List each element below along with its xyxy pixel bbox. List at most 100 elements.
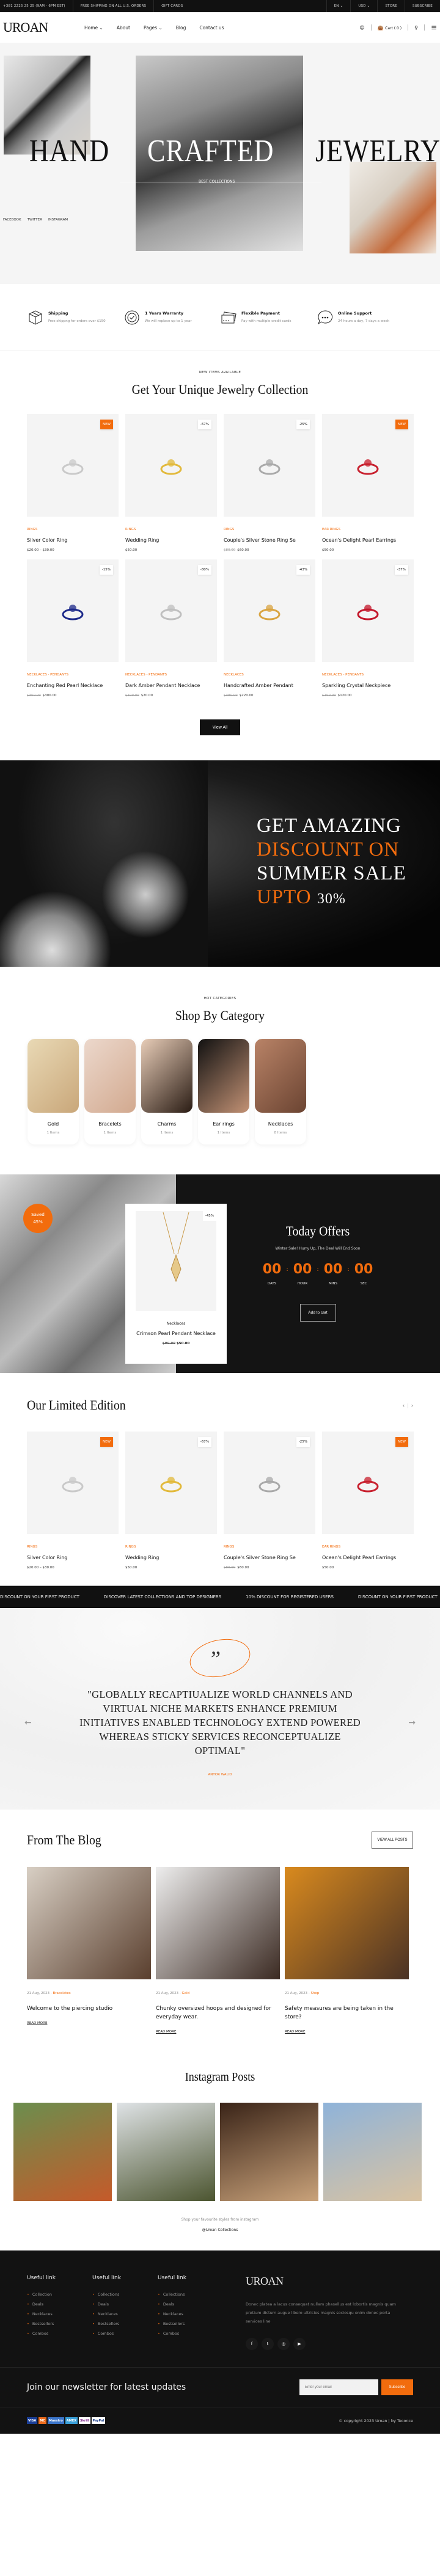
arrow-left-icon[interactable]: ← bbox=[24, 1718, 32, 1728]
footer-link[interactable]: Collection bbox=[27, 2292, 92, 2297]
blog-image[interactable] bbox=[285, 1867, 409, 1979]
blog-category[interactable]: Gold bbox=[182, 1992, 189, 1995]
product-card[interactable]: -43% NECKLACES Handcrafted Amber Pendant… bbox=[224, 559, 315, 697]
product-category[interactable]: NECKLACES - PENDANTS bbox=[322, 673, 414, 677]
instagram-post[interactable] bbox=[220, 2103, 318, 2201]
instagram-icon[interactable]: ◎ bbox=[277, 2338, 290, 2350]
menu-icon[interactable]: ≡ bbox=[431, 23, 437, 32]
footer-link[interactable]: Combos bbox=[92, 2331, 158, 2336]
read-more-link[interactable]: READ MORE bbox=[285, 2030, 409, 2034]
instagram-post[interactable] bbox=[13, 2103, 112, 2201]
footer-link[interactable]: Collections bbox=[158, 2292, 223, 2297]
prev-arrow-icon[interactable]: ‹ bbox=[403, 1403, 405, 1408]
category-card[interactable]: Charms 1 Items bbox=[141, 1039, 193, 1144]
category-card[interactable]: Ear rings 1 Items bbox=[198, 1039, 249, 1144]
product-card[interactable]: NEW EAR RINGS Ocean's Delight Pearl Earr… bbox=[322, 1432, 414, 1570]
nav-blog[interactable]: Blog bbox=[176, 25, 186, 31]
product-category[interactable]: NECKLACES bbox=[224, 673, 315, 677]
product-name[interactable]: Ocean's Delight Pearl Earrings bbox=[322, 537, 414, 543]
category-card[interactable]: Necklaces 8 Items bbox=[255, 1039, 306, 1144]
product-card[interactable]: -25% RINGS Couple's Silver Stone Ring Se… bbox=[224, 1432, 315, 1570]
product-name[interactable]: Silver Color Ring bbox=[27, 1555, 119, 1560]
blog-title[interactable]: Welcome to the piercing studio bbox=[27, 2004, 151, 2013]
product-name[interactable]: Enchanting Red Pearl Necklace bbox=[27, 683, 119, 688]
product-category[interactable]: RINGS bbox=[27, 1545, 119, 1549]
blog-title[interactable]: Chunky oversized hoops and designed for … bbox=[156, 2004, 280, 2021]
user-icon[interactable]: ☺ bbox=[359, 25, 364, 31]
add-to-cart-button[interactable]: Add to cart bbox=[299, 1304, 336, 1322]
footer-link[interactable]: Necklaces bbox=[92, 2312, 158, 2316]
product-card[interactable]: NEW EAR RINGS Ocean's Delight Pearl Earr… bbox=[322, 414, 414, 552]
view-all-button[interactable]: View All bbox=[200, 719, 240, 735]
store-link[interactable]: STORE bbox=[377, 0, 404, 12]
product-name[interactable]: Wedding Ring bbox=[125, 537, 217, 543]
facebook-icon[interactable]: f bbox=[246, 2338, 258, 2350]
product-card[interactable]: -67% RINGS Wedding Ring $50.00 bbox=[125, 414, 217, 552]
gift-cards-link[interactable]: GIFT CARDS bbox=[154, 0, 190, 12]
product-card[interactable]: -25% RINGS Couple's Silver Stone Ring Se… bbox=[224, 414, 315, 552]
product-category[interactable]: RINGS bbox=[27, 528, 119, 531]
footer-link[interactable]: Bestsellers bbox=[92, 2321, 158, 2326]
footer-link[interactable]: Combos bbox=[27, 2331, 92, 2336]
product-category[interactable]: RINGS bbox=[125, 528, 217, 531]
product-name[interactable]: Wedding Ring bbox=[125, 1555, 217, 1560]
product-card[interactable]: -80% NECKLACES - PENDANTS Dark Amber Pen… bbox=[125, 559, 217, 697]
product-name[interactable]: Silver Color Ring bbox=[27, 537, 119, 543]
nav-contact[interactable]: Contact us bbox=[199, 25, 224, 31]
blog-image[interactable] bbox=[156, 1867, 280, 1979]
view-all-posts-button[interactable]: VIEW ALL POSTS bbox=[372, 1832, 413, 1849]
nav-pages[interactable]: Pages ⌄ bbox=[144, 25, 163, 31]
instagram-handle[interactable]: @Uroan Collections bbox=[0, 2228, 440, 2232]
product-card[interactable]: NEW RINGS Silver Color Ring $20.00 – $30… bbox=[27, 414, 119, 552]
product-card[interactable]: -67% RINGS Wedding Ring $50.00 bbox=[125, 1432, 217, 1570]
blog-image[interactable] bbox=[27, 1867, 151, 1979]
language-select[interactable]: EN ⌄ bbox=[326, 0, 351, 12]
arrow-right-icon[interactable]: → bbox=[408, 1718, 416, 1728]
currency-select[interactable]: USD ⌄ bbox=[350, 0, 377, 12]
blog-category[interactable]: Shop bbox=[310, 1992, 319, 1995]
product-category[interactable]: RINGS bbox=[125, 1545, 217, 1549]
footer-link[interactable]: Bestsellers bbox=[27, 2321, 92, 2326]
blog-title[interactable]: Safety measures are being taken in the s… bbox=[285, 2004, 409, 2021]
next-arrow-icon[interactable]: › bbox=[411, 1403, 413, 1408]
subscribe-button[interactable]: Subscribe bbox=[381, 2379, 413, 2395]
product-category[interactable]: EAR RINGS bbox=[322, 1545, 414, 1549]
instagram-post[interactable] bbox=[117, 2103, 215, 2201]
blog-category[interactable]: Bracelates bbox=[53, 1992, 70, 1995]
category-card[interactable]: Gold 1 Items bbox=[28, 1039, 79, 1144]
product-name[interactable]: Dark Amber Pendant Necklace bbox=[125, 683, 217, 688]
product-category[interactable]: EAR RINGS bbox=[322, 528, 414, 531]
footer-link[interactable]: Combos bbox=[158, 2331, 223, 2336]
nav-about[interactable]: About bbox=[117, 25, 130, 31]
product-category[interactable]: RINGS bbox=[224, 528, 315, 531]
product-name[interactable]: Couple's Silver Stone Ring Se bbox=[224, 537, 315, 543]
product-category[interactable]: RINGS bbox=[224, 1545, 315, 1549]
twitter-link[interactable]: TWITTER bbox=[28, 218, 42, 222]
twitter-icon[interactable]: t bbox=[262, 2338, 274, 2350]
cart-button[interactable]: 👜 Cart ( 0 ) bbox=[378, 25, 402, 31]
read-more-link[interactable]: READ MORE bbox=[156, 2030, 280, 2034]
footer-link[interactable]: Bestsellers bbox=[158, 2321, 223, 2326]
product-category[interactable]: NECKLACES - PENDANTS bbox=[125, 673, 217, 677]
product-card[interactable]: -15% NECKLACES - PENDANTS Enchanting Red… bbox=[27, 559, 119, 697]
offer-product-card[interactable]: -45% Necklaces Crimson Pearl Pendant Nec… bbox=[125, 1204, 227, 1364]
footer-logo[interactable]: UROAN bbox=[246, 2275, 405, 2288]
product-card[interactable]: NEW RINGS Silver Color Ring $20.00 – $30… bbox=[27, 1432, 119, 1570]
footer-link[interactable]: Collections bbox=[92, 2292, 158, 2297]
instagram-post[interactable] bbox=[323, 2103, 422, 2201]
facebook-link[interactable]: FACEBOOK bbox=[3, 218, 21, 222]
footer-link[interactable]: Necklaces bbox=[158, 2312, 223, 2316]
footer-link[interactable]: Deals bbox=[158, 2302, 223, 2307]
product-category[interactable]: NECKLACES - PENDANTS bbox=[27, 673, 119, 677]
email-input[interactable] bbox=[299, 2379, 378, 2395]
search-icon[interactable]: ⚲ bbox=[414, 25, 418, 31]
subscribe-link[interactable]: SUBSCRIBE bbox=[404, 0, 440, 12]
youtube-icon[interactable]: ▶ bbox=[293, 2338, 306, 2350]
footer-link[interactable]: Necklaces bbox=[27, 2312, 92, 2316]
product-card[interactable]: -37% NECKLACES - PENDANTS Sparkling Crys… bbox=[322, 559, 414, 697]
footer-link[interactable]: Deals bbox=[27, 2302, 92, 2307]
nav-home[interactable]: Home ⌄ bbox=[84, 25, 103, 31]
product-name[interactable]: Ocean's Delight Pearl Earrings bbox=[322, 1555, 414, 1560]
logo[interactable]: UROAN bbox=[3, 20, 84, 35]
instagram-link[interactable]: INSTAGRAM bbox=[48, 218, 68, 222]
